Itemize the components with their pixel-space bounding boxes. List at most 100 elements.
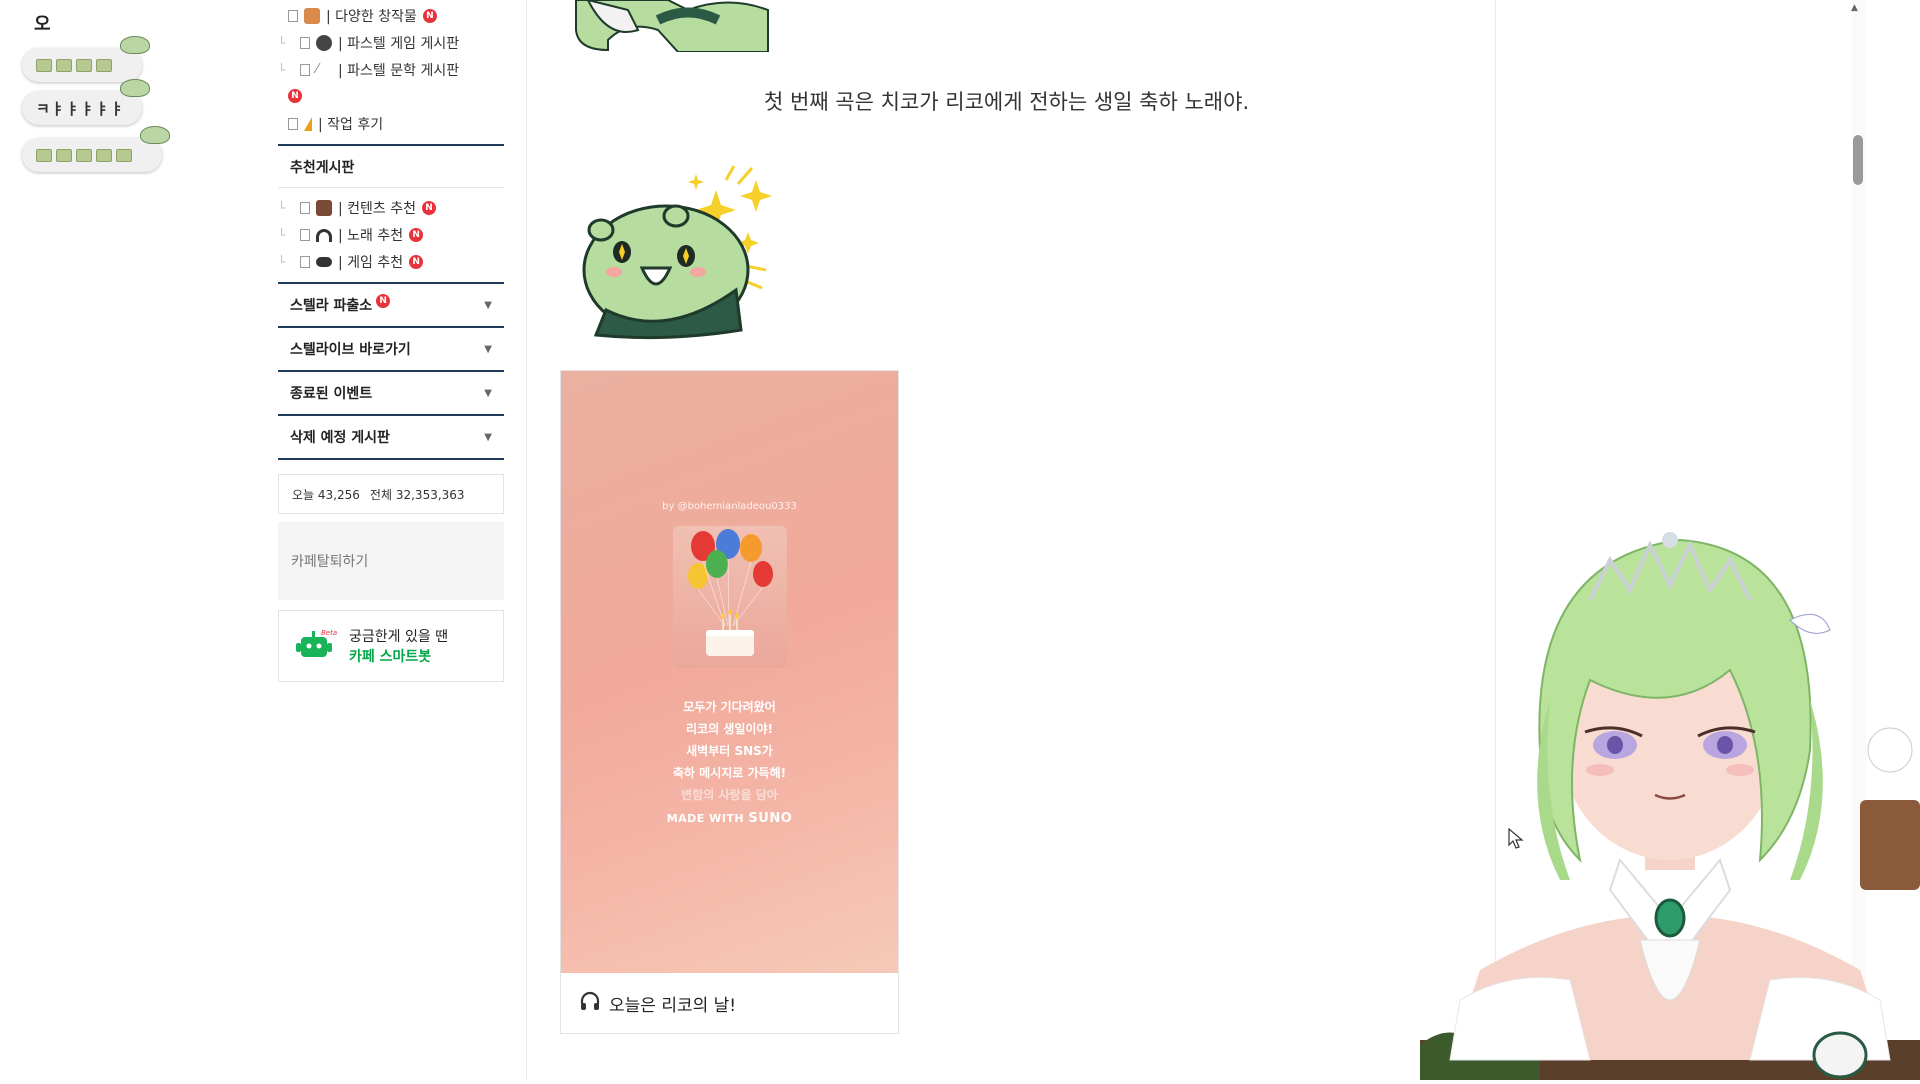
document-icon — [300, 37, 310, 49]
section-divider — [278, 282, 504, 284]
section-label: 종료된 이벤트 — [290, 386, 373, 402]
frog-sticker-icon — [120, 36, 150, 54]
document-icon — [300, 256, 310, 268]
caret-down-icon: ▼ — [484, 343, 492, 355]
emote-icon — [76, 58, 92, 72]
emote-icon — [36, 58, 52, 72]
frog-sticker-top-icon — [568, 0, 772, 53]
leave-cafe-label: 카페탈퇴하기 — [291, 554, 369, 570]
signboard-icon — [316, 200, 332, 216]
stats-total: 전체 32,353,363 — [369, 487, 465, 502]
new-badge: N — [409, 255, 424, 269]
emote-icon — [96, 58, 112, 72]
section-recommend-title: 추천게시판 — [290, 160, 355, 176]
made-with-suno: MADE WITH SUNO — [666, 811, 793, 826]
leave-cafe-button[interactable]: 카페탈퇴하기 — [278, 522, 504, 600]
frog-sticker-icon — [140, 126, 170, 144]
emote-icon — [56, 148, 72, 162]
section-label: 스텔라 파출소 — [290, 298, 373, 314]
caret-down-icon: ▼ — [484, 387, 492, 399]
cover-credit: by @bohemianladeou0333 — [662, 501, 797, 512]
section-divider — [278, 414, 504, 416]
frog-sticker-icon — [120, 79, 150, 97]
document-icon — [288, 118, 298, 130]
emote-icon — [96, 148, 112, 162]
card-title: 오늘은 리코의 날! — [609, 995, 737, 1016]
stats-today: 오늘 43,256 — [292, 487, 360, 502]
divider — [278, 187, 504, 188]
menu-item-game-recommend[interactable]: └ | 게임 추천 N — [278, 252, 424, 272]
menu-item-song-recommend[interactable]: └ | 노래 추천 N — [278, 225, 424, 245]
music-card[interactable]: by @bohemianladeou0333 모두가 기다려왔어 리코의 생일이… — [560, 370, 899, 1034]
smart-bot-banner[interactable]: Beta 궁금한게 있을 땐 카페 스마트봇 — [278, 610, 504, 682]
album-cover[interactable]: by @bohemianladeou0333 모두가 기다려왔어 리코의 생일이… — [561, 371, 898, 973]
emote-icon — [76, 148, 92, 162]
chat-bubble-emotes-1 — [22, 36, 150, 82]
gamer-icon — [316, 35, 332, 51]
section-divider — [278, 144, 504, 146]
vtuber-avatar-image — [1420, 500, 1920, 1080]
menu-item-label: | 게임 추천 — [338, 255, 404, 271]
bot-line2: 카페 스마트봇 — [349, 649, 432, 665]
gamepad-icon — [316, 257, 332, 267]
content-divider-left — [526, 0, 527, 1080]
menu-item-label: | 다양한 창작물 — [326, 9, 417, 25]
chat-bubble-text: ㅋㅑㅑㅑㅑㅑ — [22, 79, 150, 125]
chat-text: ㅋㅑㅑㅑㅑㅑ — [36, 99, 125, 118]
menu-item-label: | 파스텔 게임 게시판 — [338, 36, 460, 52]
headphones-icon — [579, 991, 601, 1016]
scroll-up-arrow-icon[interactable]: ▲ — [1851, 3, 1858, 13]
section-label: 삭제 예정 게시판 — [290, 430, 390, 446]
emote-icon — [56, 58, 72, 72]
emote-icon — [116, 148, 132, 162]
new-badge-row: N — [288, 89, 302, 103]
menu-item-label: | 노래 추천 — [338, 228, 404, 244]
section-divider — [278, 326, 504, 328]
document-icon — [300, 202, 310, 214]
new-badge: N — [409, 228, 424, 242]
card-title-bar[interactable]: 오늘은 리코의 날! — [561, 973, 898, 1033]
chat-message-partial: 오 — [34, 14, 51, 35]
section-label: 스텔라이브 바로가기 — [290, 342, 411, 358]
section-divider — [278, 458, 504, 460]
caret-down-icon: ▼ — [484, 431, 492, 443]
robot-icon: Beta — [293, 629, 337, 663]
menu-item-label: | 작업 후기 — [318, 117, 384, 133]
tree-branch-icon: └ — [278, 36, 286, 50]
tree-branch-icon: └ — [278, 255, 286, 269]
new-badge: N — [288, 89, 302, 103]
headphones-icon — [316, 228, 332, 242]
tree-branch-icon: └ — [278, 201, 286, 215]
section-divider — [278, 370, 504, 372]
menu-item-literature-board[interactable]: └ ⁄ | 파스텔 문학 게시판 — [278, 60, 459, 80]
beta-label: Beta — [321, 629, 337, 637]
menu-item-content-recommend[interactable]: └ | 컨텐츠 추천 N — [278, 198, 437, 218]
section-pending-deletion[interactable]: 삭제 예정 게시판 ▼ — [278, 426, 504, 448]
section-stellive-shortcut[interactable]: 스텔라이브 바로가기 ▼ — [278, 338, 504, 360]
new-badge: N — [376, 294, 391, 308]
menu-item-game-board[interactable]: └ | 파스텔 게임 게시판 — [278, 33, 459, 53]
section-ended-events[interactable]: 종료된 이벤트 ▼ — [278, 382, 504, 404]
tree-branch-icon: └ — [278, 228, 286, 242]
menu-item-work-review[interactable]: | 작업 후기 — [288, 114, 383, 134]
document-icon — [300, 229, 310, 241]
cake-balloons-image — [673, 526, 787, 668]
document-icon — [300, 64, 310, 76]
new-badge: N — [422, 9, 437, 23]
menu-item-creations[interactable]: | 다양한 창작물 N — [288, 6, 437, 26]
article-paragraph: 첫 번째 곡은 치코가 리코에게 전하는 생일 축하 노래야. — [764, 90, 1250, 114]
frog-sticker-excited-icon — [566, 160, 776, 342]
emote-icon — [36, 148, 52, 162]
menu-item-label: | 컨텐츠 추천 — [338, 201, 417, 217]
cover-lyrics: 모두가 기다려왔어 리코의 생일이야! 새벽부터 SNS가 축하 메시지로 가득… — [672, 700, 787, 802]
pen-icon: ⁄ — [316, 62, 319, 77]
caret-down-icon: ▼ — [484, 299, 492, 311]
scrollbar-thumb[interactable] — [1853, 135, 1863, 185]
visitor-stats: 오늘 43,256 전체 32,353,363 — [278, 474, 504, 514]
section-stella-police[interactable]: 스텔라 파출소 N ▼ — [278, 294, 504, 316]
costume-icon — [304, 8, 320, 24]
tree-branch-icon: └ — [278, 63, 286, 77]
mouse-cursor-icon — [1508, 827, 1524, 854]
ruler-icon — [304, 117, 312, 131]
chat-bubble-emotes-2 — [22, 126, 170, 172]
